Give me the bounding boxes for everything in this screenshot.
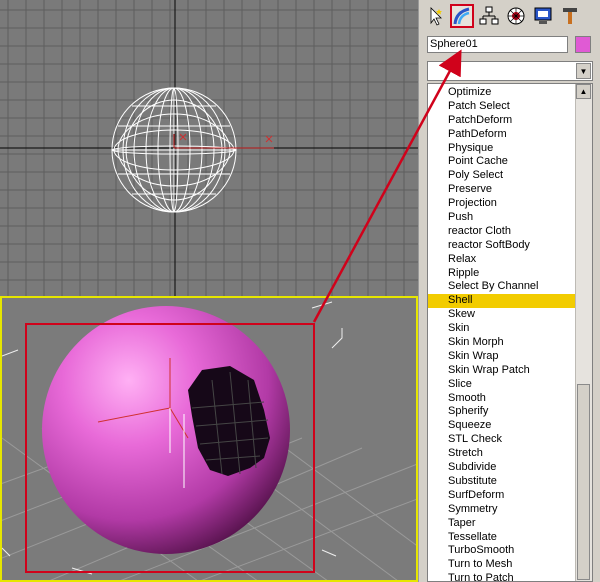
annotation-arrow (312, 49, 462, 323)
